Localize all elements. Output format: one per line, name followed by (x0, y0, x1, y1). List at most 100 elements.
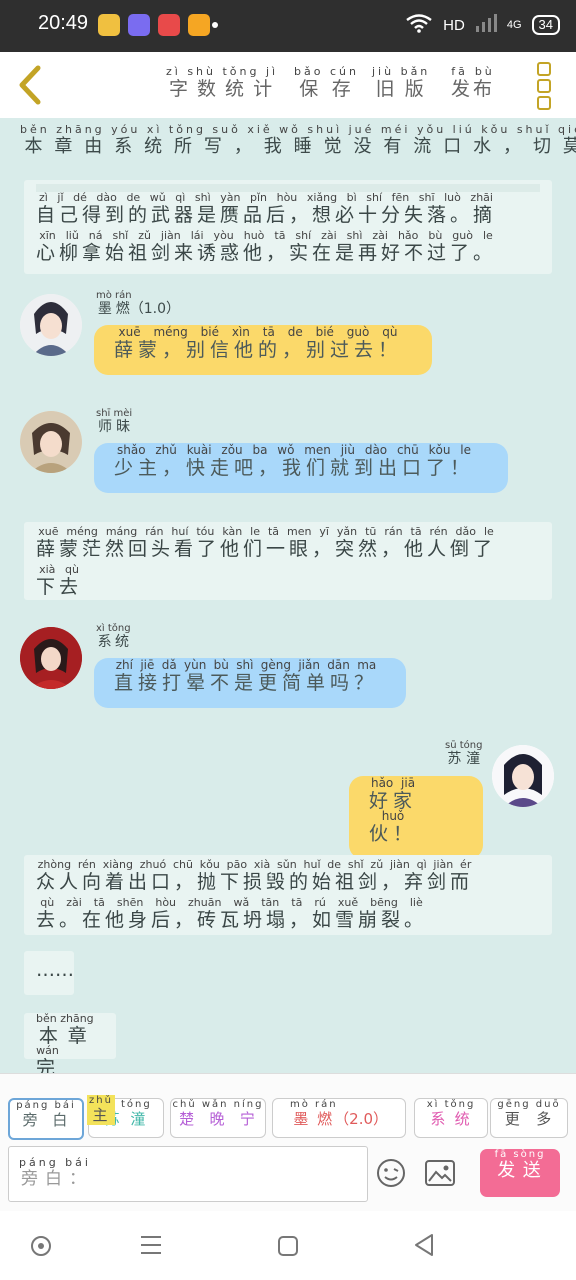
character-avatar-icon (20, 294, 82, 356)
role-pinyin: mò rán (289, 1099, 338, 1110)
narration-block[interactable]: 众人向着出口，抛下损毁的始祖剑，弃剑而zhòng rén xiàng zhuó … (24, 855, 552, 935)
narration-text: 去。在他身后，砖瓦坍塌，如雪崩裂。 (36, 909, 428, 931)
narration-text: 心柳拿始祖剑来诱惑他，实在是再好不过了。 (36, 242, 497, 264)
notification-icons (98, 14, 210, 36)
more-roles-button[interactable]: 更多gēng duō (490, 1098, 568, 1138)
avatar-system[interactable] (20, 627, 82, 689)
chat-area[interactable]: 本章由系统所写，我睡觉没有流口水，切莫听其胡扯！běn zhāng yóu xì… (0, 118, 576, 1073)
sender-name-pinyin: mò rán (96, 290, 132, 301)
app-notification-icon (98, 14, 120, 36)
chapter-note: 本章由系统所写，我睡觉没有流口水，切莫听其胡扯！běn zhāng yóu xì… (20, 123, 576, 158)
message-bubble[interactable]: 好家伙！hǎo jiā huǒ (349, 776, 483, 859)
avatar-sutong[interactable] (492, 745, 554, 807)
chapter-note-text: 本章由系统所写，我睡觉没有流口水，切莫听其胡扯！ (20, 136, 576, 157)
save-label: 保存 (294, 78, 359, 100)
menu-dot-icon (537, 96, 551, 110)
smiley-icon (377, 1159, 405, 1187)
message-text: 少主，快走吧，我们就到出口了！ (114, 457, 475, 479)
old-version-button[interactable]: 旧版jiù bǎn (372, 65, 431, 101)
role-system[interactable]: 系统xì tǒng (414, 1098, 488, 1138)
send-label: 发送 (494, 1160, 546, 1181)
signal-icon (475, 14, 497, 36)
sender-name: 师昧shī mèi (96, 408, 132, 436)
character-avatar-icon (492, 745, 554, 807)
role-pinyin: gēng duō (497, 1099, 561, 1110)
emoji-button[interactable] (376, 1158, 406, 1188)
menu-dot-icon (537, 62, 551, 76)
avatar-moran[interactable] (20, 294, 82, 356)
chapter-end-block[interactable]: 本章完běn zhāng wán (24, 1012, 116, 1073)
send-button[interactable]: 发送fā sòng (480, 1149, 560, 1197)
recent-apps-icon[interactable] (140, 1235, 162, 1255)
word-count-button[interactable]: 字数统计zì shù tǒng jì (166, 65, 279, 101)
app-notification-icon (128, 14, 150, 36)
character-avatar-icon (20, 411, 82, 473)
input-placeholder: 旁白：páng bái (19, 1156, 91, 1189)
ellipsis-block[interactable]: …… (24, 951, 74, 995)
save-button[interactable]: 保存bǎo cún (294, 65, 359, 101)
narration-pinyin: xuē méng máng rán huí tóu kàn le tā men … (36, 525, 496, 538)
sender-name-pinyin: sū tóng (445, 740, 483, 751)
role-pinyin: páng bái (16, 1100, 76, 1111)
narration-pinyin: xià qù (36, 563, 83, 576)
main-badge-pinyin: zhǔ (89, 1095, 113, 1106)
role-pinyin: chǔ wǎn níng (172, 1099, 264, 1110)
message-bubble[interactable]: 直接打晕不是更简单吗？zhí jiē dǎ yùn bù shì gèng ji… (94, 658, 406, 708)
publish-label: 发布 (451, 78, 496, 100)
publish-pinyin: fā bù (451, 65, 496, 78)
back-nav-icon[interactable] (412, 1233, 436, 1257)
avatar-shimei[interactable] (20, 411, 82, 473)
home-icon[interactable] (277, 1235, 299, 1257)
sender-name-text: 系统 (96, 634, 131, 650)
sender-version: （1.0） (129, 301, 180, 317)
role-narrator[interactable]: 旁白páng bái (8, 1098, 84, 1140)
role-moran[interactable]: 墨燃mò rán（2.0） (272, 1098, 406, 1138)
role-sutong[interactable]: 主zhǔ 苏潼sū tóng (87, 1095, 164, 1138)
message-bubble[interactable]: 薛蒙，别信他的，别过去！xuē méng bié xìn tā de bié g… (94, 325, 432, 375)
main-role-badge: 主zhǔ (87, 1095, 115, 1125)
image-button[interactable] (425, 1160, 455, 1186)
message-text: 直接打晕不是更简单吗？ (114, 672, 379, 694)
narration-text: 众人向着出口，抛下损毁的始祖剑，弃剑而 (36, 871, 474, 893)
battery-indicator: 34 (531, 15, 560, 35)
narration-block[interactable]: 薛蒙茫然回头看了他们一眼，突然，他人倒了xuē méng máng rán hu… (24, 522, 552, 600)
message-pinyin: xuē méng bié xìn tā de bié guò qù (114, 325, 402, 339)
role-label: 旁白 (16, 1111, 76, 1129)
role-version: （2.0） (334, 1110, 389, 1128)
composer-panel: 旁白páng bái 主zhǔ 苏潼sū tóng 楚晚宁chǔ wǎn nín… (0, 1073, 576, 1212)
save-pinyin: bǎo cún (294, 65, 359, 78)
send-pinyin: fā sòng (494, 1149, 546, 1160)
sender-name: 墨燃mò rán（1.0） (96, 290, 180, 318)
role-label: 系统 (426, 1110, 476, 1128)
message-input[interactable]: 旁白：páng bái (8, 1146, 368, 1202)
old-version-label: 旧版 (372, 78, 431, 100)
role-chuwanning[interactable]: 楚晚宁chǔ wǎn níng (170, 1098, 266, 1138)
narration-text: 自己得到的武器是赝品后，想必十分失落。摘 (36, 204, 497, 226)
main-badge-text: 主 (89, 1106, 113, 1124)
narration-block[interactable]: 自己得到的武器是赝品后，想必十分失落。摘zì jǐ dé dào de wǔ q… (24, 180, 552, 274)
narration-pinyin: xīn liǔ ná shǐ zǔ jiàn lái yòu huò tā sh… (36, 229, 497, 242)
sender-name-text: 墨燃 (96, 301, 132, 317)
status-bar: 20:49 HD 4G 34 (0, 0, 576, 52)
app-header: 字数统计zì shù tǒng jì 保存bǎo cún 旧版jiù bǎn 发… (0, 52, 576, 118)
message-bubble[interactable]: 少主，快走吧，我们就到出口了！shǎo zhǔ kuài zǒu ba wǒ m… (94, 443, 508, 493)
back-button[interactable] (14, 64, 54, 106)
narration-pinyin: qù zài tā shēn hòu zhuān wǎ tān tā rú xu… (36, 896, 427, 909)
narration-text: 薛蒙茫然回头看了他们一眼，突然，他人倒了 (36, 538, 497, 560)
menu-button[interactable] (537, 62, 553, 110)
status-time: 20:49 (38, 12, 89, 34)
chevron-left-icon (19, 65, 41, 105)
assistant-icon[interactable] (30, 1235, 52, 1257)
weibo-icon (188, 14, 210, 36)
wifi-icon (405, 13, 433, 37)
sender-name-pinyin: shī mèi (96, 408, 133, 419)
word-count-label: 字数统计 (166, 78, 279, 100)
menu-dot-icon (537, 79, 551, 93)
role-label: 墨燃 (289, 1110, 338, 1128)
character-avatar-icon (20, 627, 82, 689)
publish-button[interactable]: 发布fā bù (451, 65, 496, 101)
role-label: 楚晚宁 (172, 1110, 264, 1128)
hd-indicator: HD (443, 16, 465, 34)
sender-name-text: 苏潼 (445, 751, 483, 767)
sender-name-pinyin: xì tǒng (96, 623, 131, 634)
